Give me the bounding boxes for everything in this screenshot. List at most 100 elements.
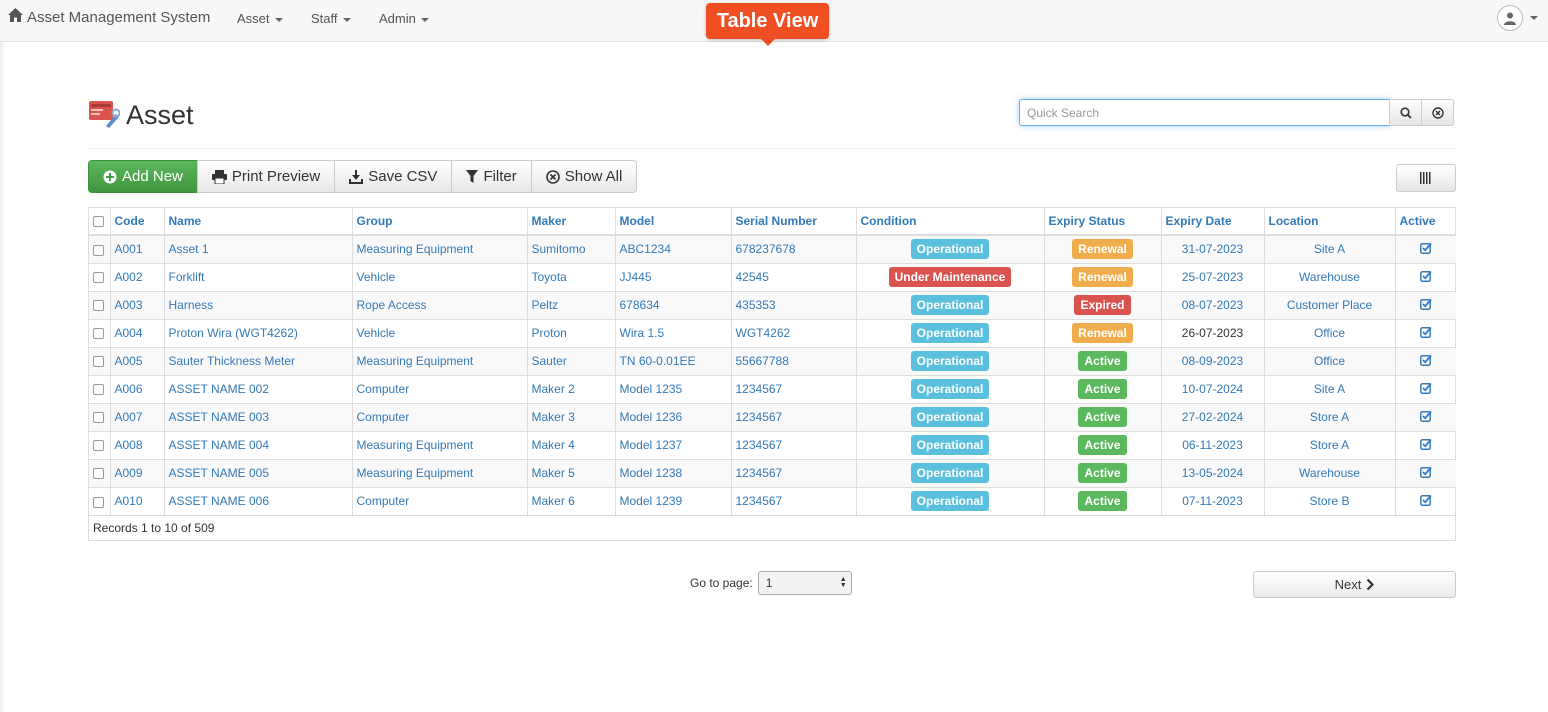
cell-group[interactable]: Computer	[351, 487, 527, 515]
cell-name[interactable]: ASSET NAME 005	[163, 459, 352, 487]
table-row[interactable]: A008 ASSET NAME 004 Measuring Equipment Mak…	[89, 431, 1456, 459]
cell-model[interactable]: Wira 1.5	[614, 319, 731, 347]
cell-location[interactable]: Warehouse	[1263, 263, 1395, 291]
cell-location[interactable]: Customer Place	[1263, 291, 1395, 319]
cell-maker[interactable]: Peltz	[526, 291, 615, 319]
next-page-button[interactable]: Next	[1253, 571, 1456, 598]
cell-name[interactable]: Sauter Thickness Meter	[163, 347, 352, 375]
nav-menu-staff[interactable]: Staff	[311, 11, 351, 26]
cell-serial-number[interactable]: WGT4262	[730, 319, 856, 347]
cell-active[interactable]	[1394, 487, 1456, 515]
row-checkbox[interactable]	[93, 300, 104, 312]
cell-model[interactable]: Model 1238	[614, 459, 731, 487]
clear-search-button[interactable]	[1421, 99, 1454, 126]
cell-serial-number[interactable]: 55667788	[730, 347, 856, 375]
cell-group[interactable]: Rope Access	[351, 291, 527, 319]
cell-group[interactable]: Measuring Equipment	[351, 459, 527, 487]
table-row[interactable]: A003 Harness Rope Access Peltz 678634 435353 O…	[89, 291, 1456, 319]
cell-name[interactable]: ASSET NAME 004	[163, 431, 352, 459]
row-checkbox[interactable]	[93, 440, 104, 452]
column-header-condition[interactable]: Condition	[855, 208, 1044, 236]
cell-location[interactable]: Store A	[1263, 431, 1395, 459]
table-row[interactable]: A009 ASSET NAME 005 Measuring Equipment Mak…	[89, 459, 1456, 487]
select-all-checkbox[interactable]	[93, 216, 104, 228]
cell-expiry-date[interactable]: 31-07-2023	[1160, 235, 1264, 263]
cell-group[interactable]: Measuring Equipment	[351, 347, 527, 375]
cell-code[interactable]: A004	[109, 319, 164, 347]
cell-serial-number[interactable]: 42545	[730, 263, 856, 291]
cell-maker[interactable]: Maker 2	[526, 375, 615, 403]
print-preview-button[interactable]: Print Preview	[196, 160, 336, 193]
cell-maker[interactable]: Sauter	[526, 347, 615, 375]
cell-model[interactable]: Model 1239	[614, 487, 731, 515]
cell-serial-number[interactable]: 1234567	[730, 431, 856, 459]
cell-active[interactable]	[1394, 459, 1456, 487]
table-row[interactable]: A007 ASSET NAME 003 Computer Maker 3 Model 1…	[89, 403, 1456, 431]
cell-model[interactable]: JJ445	[614, 263, 731, 291]
column-header-name[interactable]: Name	[163, 208, 352, 236]
cell-code[interactable]: A006	[109, 375, 164, 403]
cell-expiry-date[interactable]: 08-07-2023	[1160, 291, 1264, 319]
cell-model[interactable]: TN 60-0.01EE	[614, 347, 731, 375]
column-header-model[interactable]: Model	[614, 208, 731, 236]
column-header-serial-number[interactable]: Serial Number	[730, 208, 856, 236]
cell-maker[interactable]: Maker 4	[526, 431, 615, 459]
cell-expiry-date[interactable]: 13-05-2024	[1160, 459, 1264, 487]
cell-expiry-date[interactable]: 26-07-2023	[1160, 319, 1264, 347]
cell-group[interactable]: Computer	[351, 375, 527, 403]
cell-active[interactable]	[1394, 403, 1456, 431]
user-menu[interactable]	[1497, 5, 1538, 31]
cell-code[interactable]: A002	[109, 263, 164, 291]
cell-active[interactable]	[1394, 375, 1456, 403]
cell-serial-number[interactable]: 435353	[730, 291, 856, 319]
row-checkbox[interactable]	[93, 272, 104, 284]
cell-code[interactable]: A008	[109, 431, 164, 459]
cell-active[interactable]	[1394, 431, 1456, 459]
cell-location[interactable]: Site A	[1263, 235, 1395, 263]
column-header-code[interactable]: Code	[109, 208, 164, 236]
cell-model[interactable]: Model 1237	[614, 431, 731, 459]
cell-name[interactable]: ASSET NAME 002	[163, 375, 352, 403]
cell-serial-number[interactable]: 1234567	[730, 375, 856, 403]
row-checkbox[interactable]	[93, 356, 104, 368]
cell-code[interactable]: A007	[109, 403, 164, 431]
cell-model[interactable]: Model 1236	[614, 403, 731, 431]
cell-location[interactable]: Store A	[1263, 403, 1395, 431]
table-row[interactable]: A004 Proton Wira (WGT4262) Vehicle Proton Wi…	[89, 319, 1456, 347]
cell-name[interactable]: Proton Wira (WGT4262)	[163, 319, 352, 347]
column-header-maker[interactable]: Maker	[526, 208, 615, 236]
cell-active[interactable]	[1394, 235, 1456, 263]
cell-maker[interactable]: Sumitomo	[526, 235, 615, 263]
column-chooser-button[interactable]	[1396, 164, 1456, 192]
cell-model[interactable]: Model 1235	[614, 375, 731, 403]
search-button[interactable]	[1389, 99, 1422, 126]
cell-expiry-date[interactable]: 07-11-2023	[1160, 487, 1264, 515]
brand-link[interactable]: Asset Management System	[8, 8, 210, 26]
page-number-select[interactable]: 1 ▲ ▼	[757, 571, 852, 595]
row-checkbox[interactable]	[93, 244, 104, 256]
row-checkbox[interactable]	[93, 328, 104, 340]
table-row[interactable]: A010 ASSET NAME 006 Computer Maker 6 Model 1…	[89, 487, 1456, 515]
cell-name[interactable]: ASSET NAME 003	[163, 403, 352, 431]
cell-location[interactable]: Office	[1263, 347, 1395, 375]
column-header-expiry-status[interactable]: Expiry Status	[1043, 208, 1161, 236]
table-row[interactable]: A005 Sauter Thickness Meter Measuring Equi…	[89, 347, 1456, 375]
nav-menu-asset[interactable]: Asset	[237, 11, 283, 26]
table-row[interactable]: A002 Forklift Vehicle Toyota JJ445 42545 Under…	[89, 263, 1456, 291]
nav-menu-admin[interactable]: Admin	[379, 11, 429, 26]
cell-serial-number[interactable]: 1234567	[730, 487, 856, 515]
cell-group[interactable]: Measuring Equipment	[351, 431, 527, 459]
cell-code[interactable]: A003	[109, 291, 164, 319]
cell-expiry-date[interactable]: 27-02-2024	[1160, 403, 1264, 431]
cell-location[interactable]: Site A	[1263, 375, 1395, 403]
cell-maker[interactable]: Toyota	[526, 263, 615, 291]
row-checkbox[interactable]	[93, 384, 104, 396]
cell-name[interactable]: ASSET NAME 006	[163, 487, 352, 515]
cell-name[interactable]: Harness	[163, 291, 352, 319]
cell-active[interactable]	[1394, 291, 1456, 319]
cell-active[interactable]	[1394, 347, 1456, 375]
cell-maker[interactable]: Maker 6	[526, 487, 615, 515]
cell-expiry-date[interactable]: 08-09-2023	[1160, 347, 1264, 375]
column-header-location[interactable]: Location	[1263, 208, 1395, 236]
cell-location[interactable]: Store B	[1263, 487, 1395, 515]
